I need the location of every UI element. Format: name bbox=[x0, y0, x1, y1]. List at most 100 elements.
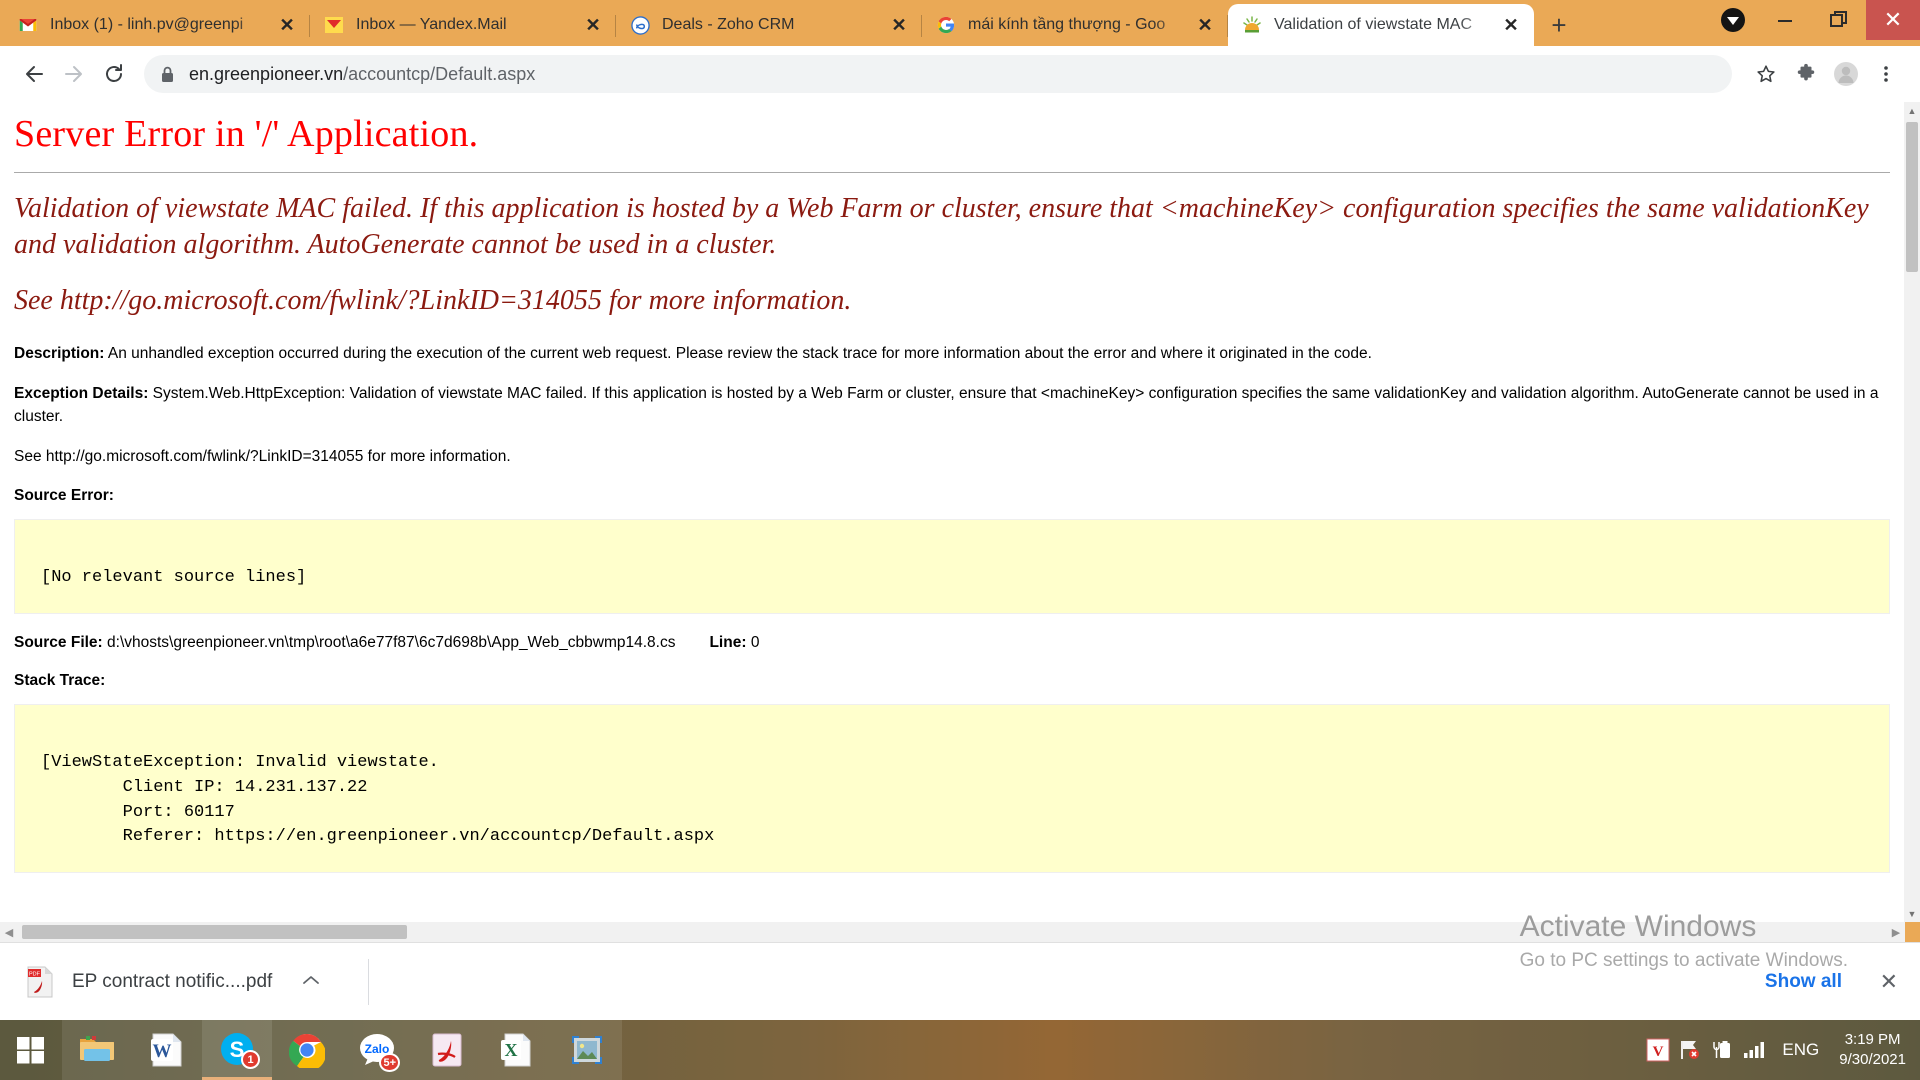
tab-strip: Inbox (1) - linh.pv@greenpi ✕ Inbox — Ya… bbox=[0, 0, 1920, 46]
svg-text:PDF: PDF bbox=[29, 971, 41, 977]
window-close-button[interactable]: ✕ bbox=[1866, 0, 1920, 40]
browser-menu-button[interactable] bbox=[1866, 54, 1906, 94]
address-bar[interactable]: en.greenpioneer.vn/accountcp/Default.asp… bbox=[144, 55, 1732, 93]
page-horizontal-scrollbar[interactable]: ◀ ▶ bbox=[0, 922, 1905, 942]
download-shelf: PDF EP contract notific....pdf Show all … bbox=[0, 942, 1920, 1020]
source-file-value: d:\vhosts\greenpioneer.vn\tmp\root\a6e77… bbox=[107, 633, 676, 651]
zalo-icon[interactable]: Zalo 5+ bbox=[342, 1020, 412, 1080]
download-item[interactable]: PDF EP contract notific....pdf bbox=[26, 958, 338, 1006]
system-tray: V ENG 3:19 PM 9/30/2021 bbox=[1642, 1020, 1920, 1080]
start-button[interactable] bbox=[0, 1020, 62, 1080]
tab-title: Inbox (1) - linh.pv@greenpi bbox=[50, 16, 244, 33]
clock-date: 9/30/2021 bbox=[1839, 1051, 1906, 1068]
clock[interactable]: 3:19 PM 9/30/2021 bbox=[1839, 1030, 1906, 1071]
file-explorer-icon[interactable] bbox=[62, 1020, 132, 1080]
clock-time: 3:19 PM bbox=[1844, 1030, 1901, 1048]
horizontal-scroll-thumb[interactable] bbox=[22, 925, 407, 939]
scroll-up-arrow-icon[interactable]: ▲ bbox=[1904, 102, 1920, 119]
svg-text:X: X bbox=[505, 1040, 518, 1060]
title-divider bbox=[14, 172, 1890, 173]
google-icon bbox=[936, 15, 956, 35]
address-bar-path: /accountcp/Default.aspx bbox=[343, 63, 536, 84]
extensions-puzzle-icon[interactable] bbox=[1786, 54, 1826, 94]
tab-title: mái kính tầng thượng - Goo bbox=[968, 16, 1166, 33]
tab-close-icon[interactable]: ✕ bbox=[1498, 12, 1524, 38]
skype-icon[interactable]: S 1 bbox=[202, 1020, 272, 1080]
new-tab-button[interactable]: + bbox=[1542, 8, 1576, 42]
error-more-info-line: See http://go.microsoft.com/fwlink/?Link… bbox=[14, 284, 852, 316]
yandex-mail-icon bbox=[324, 15, 344, 35]
forward-button[interactable] bbox=[54, 54, 94, 94]
language-indicator[interactable]: ENG bbox=[1782, 1040, 1819, 1060]
scroll-right-arrow-icon[interactable]: ▶ bbox=[1887, 922, 1905, 942]
skype-badge: 1 bbox=[241, 1050, 260, 1069]
bookmark-star-icon[interactable] bbox=[1746, 54, 1786, 94]
lock-icon bbox=[160, 66, 175, 83]
window-maximize-button[interactable] bbox=[1812, 0, 1866, 40]
svg-text:V: V bbox=[1653, 1044, 1664, 1060]
word-icon[interactable]: W bbox=[132, 1020, 202, 1080]
line-label: Line: bbox=[709, 633, 747, 651]
tab-close-icon[interactable]: ✕ bbox=[580, 12, 606, 38]
shelf-divider bbox=[368, 958, 370, 1005]
show-all-downloads-button[interactable]: Show all bbox=[1765, 971, 1842, 993]
page-title: Server Error in '/' Application. bbox=[14, 113, 479, 155]
tab-close-icon[interactable]: ✕ bbox=[1192, 12, 1218, 38]
page-vertical-scrollbar[interactable]: ▲ ▼ bbox=[1904, 102, 1920, 922]
zalo-badge: 5+ bbox=[379, 1053, 400, 1072]
description-text: An unhandled exception occurred during t… bbox=[104, 344, 1372, 362]
tab-title: Inbox — Yandex.Mail bbox=[356, 16, 507, 33]
stack-trace-heading: Stack Trace: bbox=[14, 671, 106, 689]
close-icon: ✕ bbox=[1883, 7, 1903, 32]
browser-tab-yandex-mail[interactable]: Inbox — Yandex.Mail ✕ bbox=[310, 4, 616, 46]
see-more-info-paragraph: See http://go.microsoft.com/fwlink/?Link… bbox=[14, 448, 511, 466]
signal-bars-icon[interactable] bbox=[1738, 1020, 1770, 1080]
tab-close-icon[interactable]: ✕ bbox=[274, 12, 300, 38]
gmail-icon bbox=[18, 15, 38, 35]
battery-icon[interactable] bbox=[1706, 1020, 1738, 1080]
svg-text:W: W bbox=[153, 1041, 172, 1062]
back-button[interactable] bbox=[14, 54, 54, 94]
download-file-name: EP contract notific....pdf bbox=[72, 970, 273, 992]
exception-details-label: Exception Details: bbox=[14, 385, 149, 403]
zoho-icon bbox=[630, 15, 650, 35]
page-viewport: Server Error in '/' Application. Validat… bbox=[0, 102, 1920, 922]
description-label: Description: bbox=[14, 344, 105, 362]
source-error-codebox: [No relevant source lines] bbox=[14, 518, 1890, 614]
browser-tab-validation-viewstate[interactable]: Validation of viewstate MAC ✕ bbox=[1228, 4, 1534, 46]
stack-trace-codebox: [ViewStateException: Invalid viewstate. … bbox=[14, 703, 1890, 874]
browser-tab-gmail[interactable]: Inbox (1) - linh.pv@greenpi ✕ bbox=[4, 4, 310, 46]
error-summary: Validation of viewstate MAC failed. If t… bbox=[14, 193, 1869, 260]
download-menu-caret-icon[interactable] bbox=[302, 973, 320, 990]
scroll-down-arrow-icon[interactable]: ▼ bbox=[1904, 905, 1920, 922]
tab-close-icon[interactable]: ✕ bbox=[886, 12, 912, 38]
vertical-scroll-thumb[interactable] bbox=[1906, 122, 1918, 272]
browser-window: Inbox (1) - linh.pv@greenpi ✕ Inbox — Ya… bbox=[0, 0, 1920, 1020]
chrome-icon[interactable] bbox=[272, 1020, 342, 1080]
browser-tab-zoho-crm[interactable]: Deals - Zoho CRM ✕ bbox=[616, 4, 922, 46]
close-download-shelf-button[interactable]: ✕ bbox=[1880, 969, 1898, 995]
source-file-label: Source File: bbox=[14, 633, 103, 651]
acrobat-icon[interactable] bbox=[412, 1020, 482, 1080]
address-bar-url: en.greenpioneer.vn/accountcp/Default.asp… bbox=[189, 64, 535, 85]
window-controls: ✕ bbox=[1708, 0, 1920, 40]
action-center-flag-icon[interactable] bbox=[1674, 1020, 1706, 1080]
browser-tab-google-search[interactable]: mái kính tầng thượng - Goo ✕ bbox=[922, 4, 1228, 46]
exception-details-text: System.Web.HttpException: Validation of … bbox=[14, 385, 1879, 425]
exception-details-paragraph: Exception Details: System.Web.HttpExcept… bbox=[14, 383, 1890, 428]
line-value: 0 bbox=[750, 633, 760, 651]
photos-icon[interactable] bbox=[552, 1020, 622, 1080]
asp-error-page: Server Error in '/' Application. Validat… bbox=[0, 102, 1904, 893]
scroll-left-arrow-icon[interactable]: ◀ bbox=[0, 922, 18, 942]
excel-icon[interactable]: X bbox=[482, 1020, 552, 1080]
browser-profile-badge-icon[interactable] bbox=[1708, 0, 1758, 40]
tab-title: Validation of viewstate MAC bbox=[1274, 16, 1473, 33]
source-file-line: Source File: d:\vhosts\greenpioneer.vn\t… bbox=[14, 634, 1890, 652]
reload-button[interactable] bbox=[94, 54, 134, 94]
profile-avatar-icon[interactable] bbox=[1826, 54, 1866, 94]
description-paragraph: Description: An unhandled exception occu… bbox=[14, 343, 1890, 365]
tab-title: Deals - Zoho CRM bbox=[662, 16, 795, 33]
unikey-icon[interactable]: V bbox=[1642, 1020, 1674, 1080]
window-minimize-button[interactable] bbox=[1758, 0, 1812, 40]
browser-toolbar: en.greenpioneer.vn/accountcp/Default.asp… bbox=[0, 46, 1920, 102]
